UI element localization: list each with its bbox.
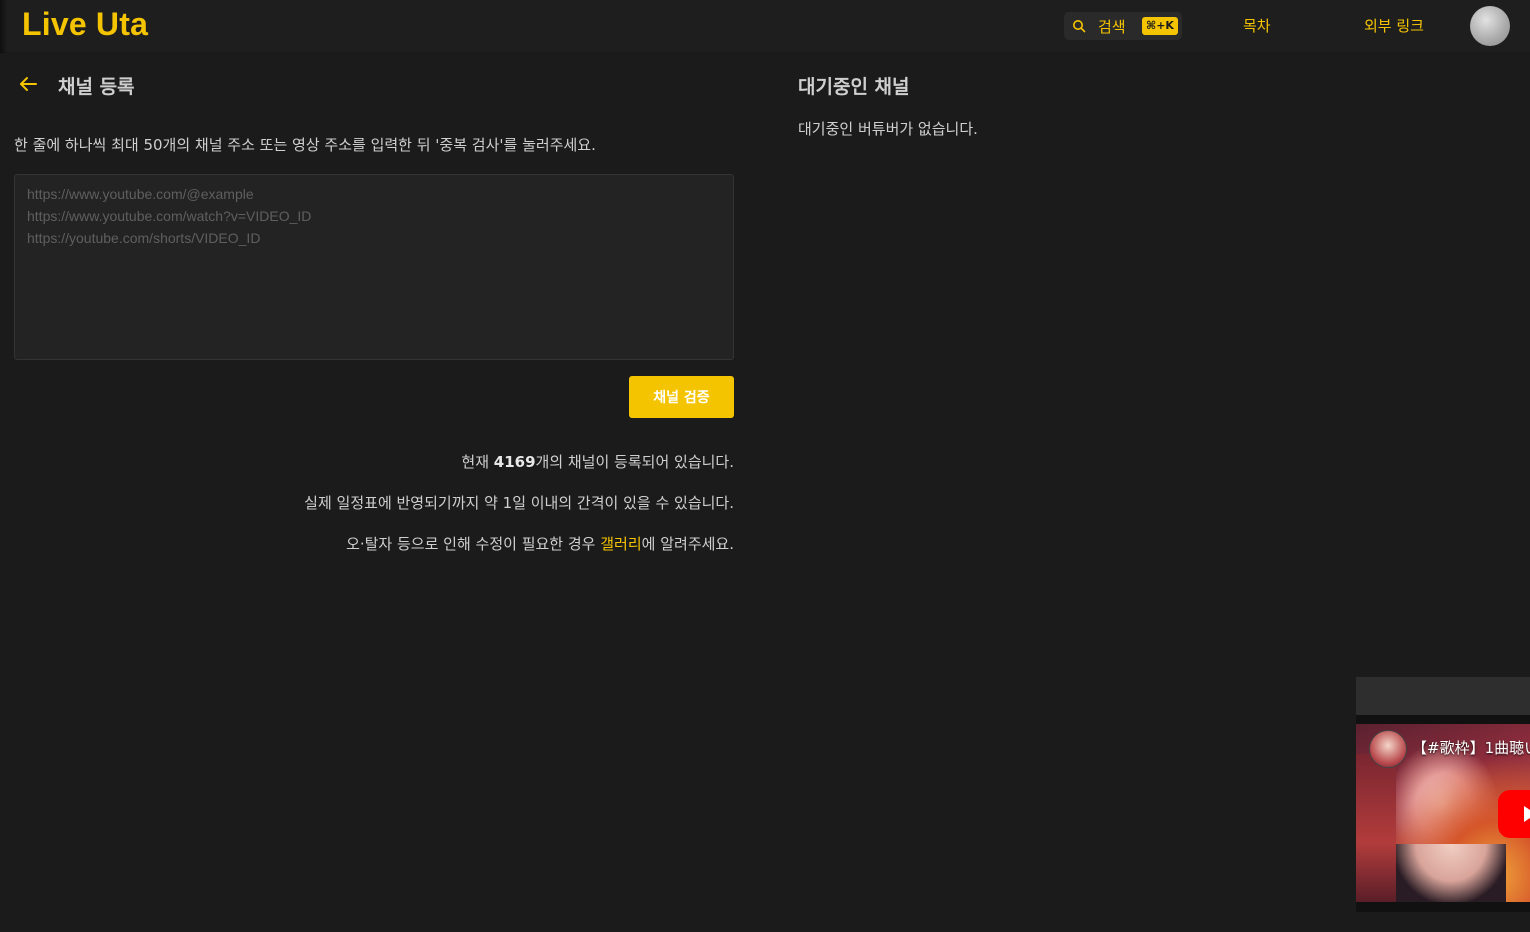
search-icon <box>1073 20 1086 33</box>
thumbnail-art <box>1356 754 1396 902</box>
verify-channel-button[interactable]: 채널 검증 <box>629 376 734 418</box>
search-shortcut-badge: ⌘+K <box>1142 17 1178 35</box>
registered-count-value: 4169 <box>493 453 536 471</box>
count-prefix: 현재 <box>461 453 494 471</box>
gallery-link[interactable]: 갤러리 <box>600 535 641 553</box>
registration-instruction: 한 줄에 하나씩 최대 50개의 채널 주소 또는 영상 주소를 입력한 뒤 '… <box>14 136 596 154</box>
nav-table-of-contents[interactable]: 목차 <box>1243 15 1271 36</box>
mini-player-drag-handle[interactable] <box>1356 677 1530 715</box>
site-logo[interactable]: Live Uta <box>22 6 148 43</box>
user-avatar[interactable] <box>1470 6 1510 46</box>
report-suffix: 에 알려주세요. <box>641 535 734 553</box>
channel-avatar[interactable] <box>1369 730 1407 768</box>
top-header: Live Uta 검색 ⌘+K 목차 외부 링크 <box>0 0 1530 53</box>
video-thumbnail[interactable]: 【#歌枠】1曲聴い <box>1356 724 1530 902</box>
registered-count-text: 현재 4169개의 채널이 등록되어 있습니다. <box>461 451 734 472</box>
count-suffix: 개의 채널이 등록되어 있습니다. <box>535 453 734 471</box>
search-button[interactable]: 검색 ⌘+K <box>1064 12 1182 40</box>
report-prefix: 오·탈자 등으로 인해 수정이 필요한 경우 <box>346 535 601 553</box>
waiting-channels-title: 대기중인 채널 <box>798 76 910 98</box>
header-shadow <box>0 0 8 53</box>
channel-url-textarea[interactable] <box>14 174 734 360</box>
thumbnail-art-figure <box>1396 844 1506 902</box>
mini-video-player[interactable]: 【#歌枠】1曲聴い <box>1356 677 1530 912</box>
video-title[interactable]: 【#歌枠】1曲聴い <box>1412 737 1530 758</box>
waiting-channels-empty-message: 대기중인 버튜버가 없습니다. <box>798 120 978 138</box>
nav-external-links[interactable]: 외부 링크 <box>1364 15 1424 36</box>
delay-note: 실제 일정표에 반영되기까지 약 1일 이내의 간격이 있을 수 있습니다. <box>304 494 734 512</box>
youtube-play-icon[interactable] <box>1498 790 1530 838</box>
search-label: 검색 <box>1098 18 1126 36</box>
play-triangle-icon <box>1524 806 1530 822</box>
page-title: 채널 등록 <box>58 76 135 98</box>
back-arrow-icon[interactable] <box>17 73 39 95</box>
report-note: 오·탈자 등으로 인해 수정이 필요한 경우 갤러리에 알려주세요. <box>346 533 734 554</box>
